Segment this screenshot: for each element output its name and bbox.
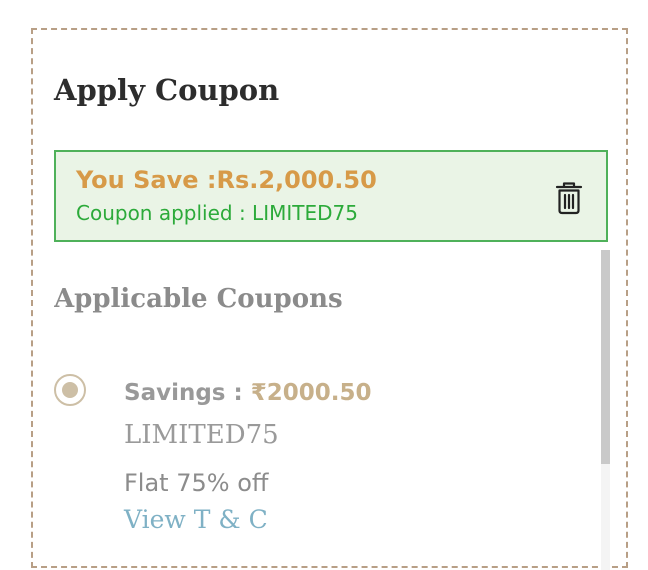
coupon-applied-text: Coupon applied : LIMITED75 <box>76 201 358 225</box>
coupon-description: Flat 75% off <box>124 469 269 497</box>
coupon-code: LIMITED75 <box>124 420 279 450</box>
radio-selected-dot <box>62 382 78 398</box>
remove-coupon-button[interactable] <box>554 181 584 215</box>
trash-icon <box>555 182 583 215</box>
coupon-select-radio[interactable] <box>54 374 86 406</box>
savings-value: ₹2000.50 <box>250 380 372 406</box>
view-terms-link[interactable]: View T & C <box>124 504 268 536</box>
applicable-coupons-list: Applicable Coupons Savings : ₹2000.50 LI… <box>54 262 608 570</box>
you-save-text: You Save :Rs.2,000.50 <box>76 166 377 194</box>
panel-title: Apply Coupon <box>54 73 280 107</box>
savings-label: Savings : <box>124 380 251 406</box>
coupon-savings-line: Savings : ₹2000.50 <box>124 378 371 408</box>
applied-coupon-box: You Save :Rs.2,000.50 Coupon applied : L… <box>54 150 608 242</box>
coupon-item[interactable]: Savings : ₹2000.50 LIMITED75 Flat 75% of… <box>54 354 574 534</box>
apply-coupon-panel: Apply Coupon You Save :Rs.2,000.50 Coupo… <box>31 28 628 570</box>
applicable-coupons-title: Applicable Coupons <box>54 284 343 314</box>
